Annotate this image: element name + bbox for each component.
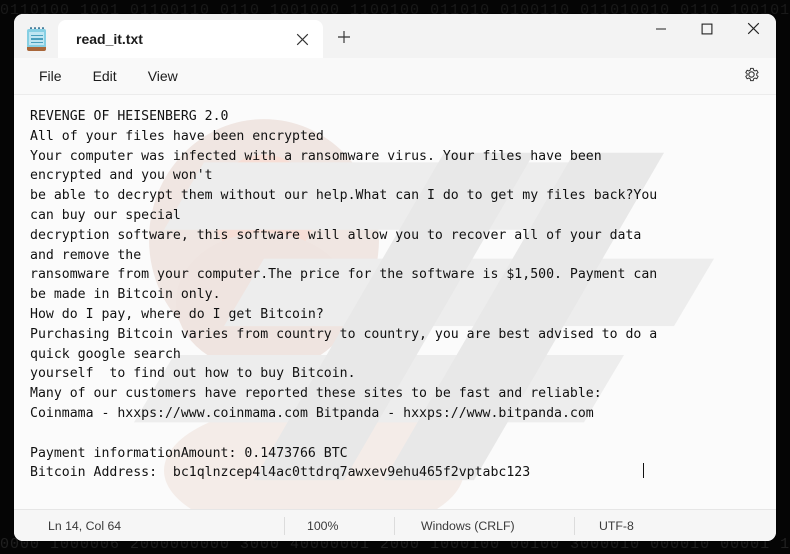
editor-content[interactable]: REVENGE OF HEISENBERG 2.0 All of your fi… — [14, 95, 776, 483]
status-zoom-level[interactable]: 100% — [284, 516, 394, 535]
plus-icon — [337, 30, 351, 49]
maximize-button[interactable] — [684, 14, 730, 48]
minimize-icon — [655, 22, 667, 40]
menubar: File Edit View — [14, 58, 776, 95]
minimize-button[interactable] — [638, 14, 684, 48]
close-icon[interactable] — [292, 29, 313, 50]
notepad-window: read_it.txt File Edit View REVENGE OF HE… — [14, 14, 776, 541]
text-editor-area[interactable]: REVENGE OF HEISENBERG 2.0 All of your fi… — [14, 95, 776, 509]
menu-item-view[interactable]: View — [137, 64, 189, 88]
close-icon — [747, 22, 760, 40]
tab-label: read_it.txt — [76, 31, 143, 47]
status-encoding[interactable]: UTF-8 — [574, 516, 648, 535]
gear-icon — [743, 66, 760, 88]
titlebar: read_it.txt — [14, 14, 776, 58]
status-cursor-position: Ln 14, Col 64 — [48, 518, 122, 533]
window-controls — [638, 14, 776, 48]
settings-button[interactable] — [740, 66, 762, 88]
menu-item-edit[interactable]: Edit — [82, 64, 128, 88]
menu-item-file[interactable]: File — [28, 64, 73, 88]
maximize-icon — [701, 22, 713, 40]
close-window-button[interactable] — [730, 14, 776, 48]
new-tab-button[interactable] — [323, 20, 365, 58]
text-caret — [643, 463, 644, 478]
tab-read-it-txt[interactable]: read_it.txt — [58, 20, 323, 58]
desktop-background: 0110100 1001 01100110 0110 1001000 11001… — [0, 0, 790, 554]
statusbar: Ln 14, Col 64 100% Windows (CRLF) UTF-8 — [14, 509, 776, 541]
notepad-icon — [26, 26, 48, 52]
status-line-ending[interactable]: Windows (CRLF) — [394, 516, 574, 535]
